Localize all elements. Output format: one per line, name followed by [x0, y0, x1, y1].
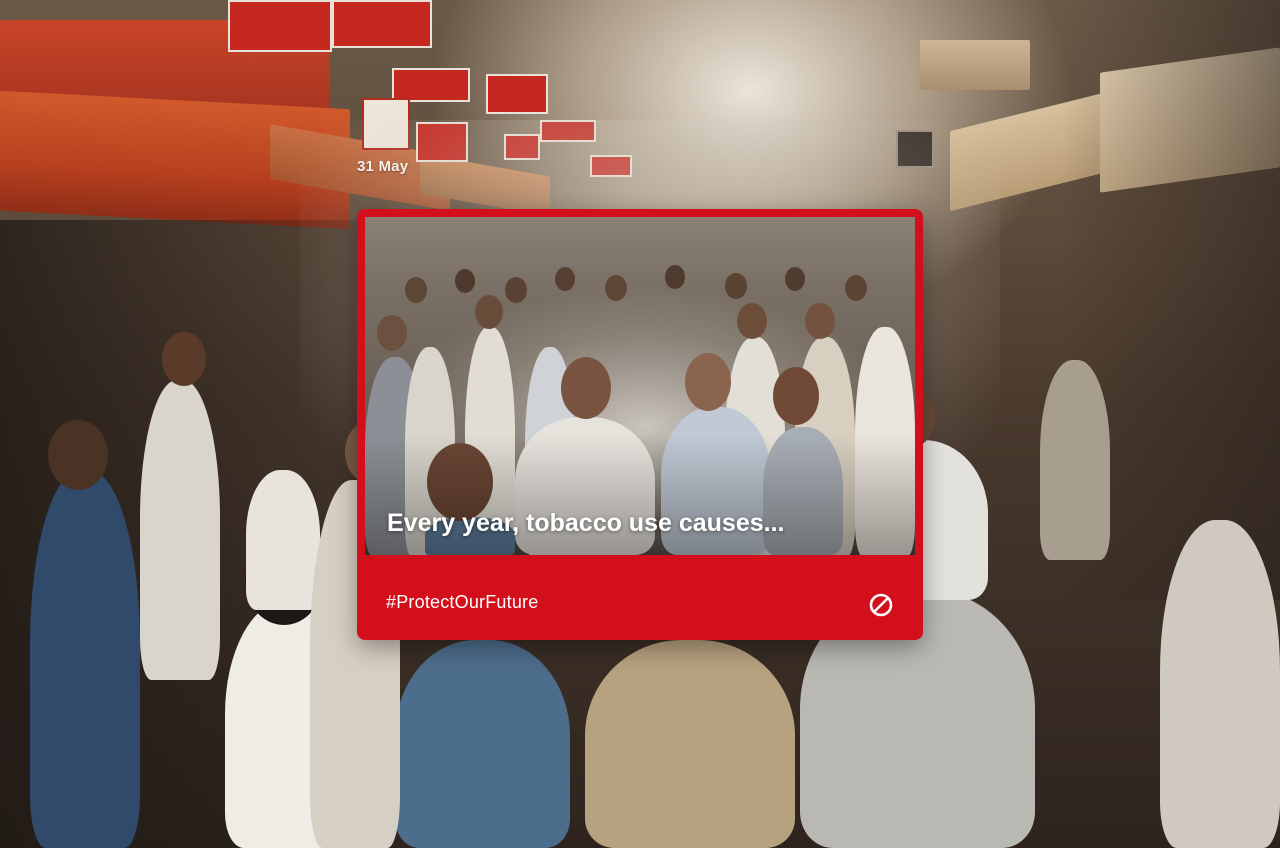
- person-figure: [395, 640, 570, 848]
- person-figure: [140, 380, 220, 680]
- person-figure: [30, 470, 140, 848]
- campaign-post-card[interactable]: Every year, tobacco use causes... #Prote…: [357, 209, 923, 640]
- person-head: [48, 420, 108, 490]
- post-date: 31 May: [357, 158, 409, 175]
- person-figure: [585, 640, 795, 848]
- page: 31 May Every year, tobacco use causes...…: [0, 0, 1280, 848]
- post-image: Every year, tobacco use causes...: [365, 217, 915, 555]
- shop-sign: [332, 0, 432, 48]
- prohibited-icon[interactable]: [868, 592, 894, 618]
- person-figure: [246, 470, 320, 610]
- right-awning-top: [920, 40, 1030, 90]
- shop-sign: [392, 68, 470, 102]
- shop-sign: [228, 0, 332, 52]
- campaign-hashtag[interactable]: #ProtectOurFuture: [386, 592, 538, 613]
- post-caption: Every year, tobacco use causes...: [387, 509, 785, 537]
- shop-sign: [486, 74, 548, 114]
- person-figure: [1160, 520, 1280, 848]
- person-head: [162, 332, 206, 386]
- card-footer: #ProtectOurFuture: [357, 555, 923, 640]
- person-figure: [1040, 360, 1110, 560]
